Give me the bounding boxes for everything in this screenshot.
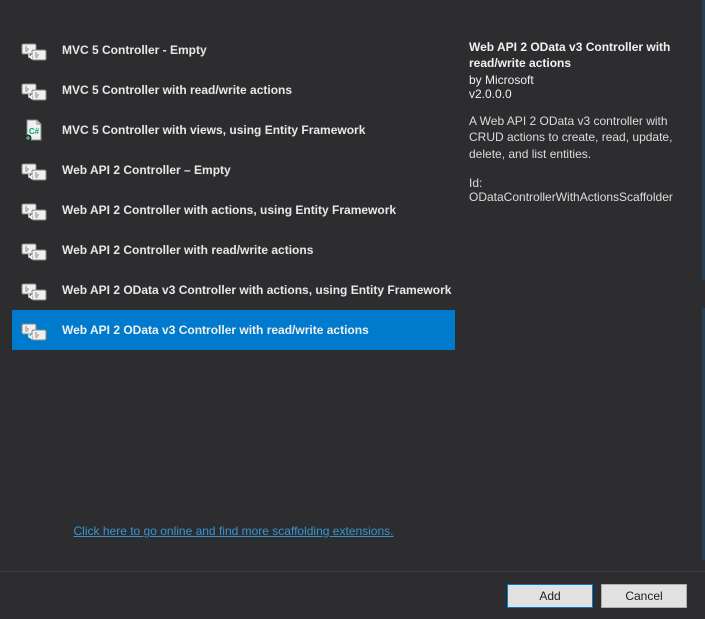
list-item-label: Web API 2 OData v3 Controller with read/… <box>62 323 369 337</box>
detail-description: A Web API 2 OData v3 controller with CRU… <box>469 113 689 162</box>
main-content: MVC 5 Controller - Empty MVC 5 Controlle… <box>0 0 705 550</box>
list-item[interactable]: MVC 5 Controller with read/write actions <box>12 70 455 110</box>
detail-panel: Web API 2 OData v3 Controller with read/… <box>455 10 705 550</box>
extensions-link-container: Click here to go online and find more sc… <box>12 516 455 550</box>
svg-text:C#: C# <box>29 127 40 136</box>
list-item[interactable]: MVC 5 Controller - Empty <box>12 30 455 70</box>
detail-author: by Microsoft <box>469 73 689 87</box>
cancel-button[interactable]: Cancel <box>601 584 687 608</box>
list-item-label: MVC 5 Controller with views, using Entit… <box>62 123 365 137</box>
scaffold-list: MVC 5 Controller - Empty MVC 5 Controlle… <box>12 30 455 516</box>
detail-version: v2.0.0.0 <box>469 87 689 101</box>
list-item-label: MVC 5 Controller - Empty <box>62 43 207 57</box>
add-button[interactable]: Add <box>507 584 593 608</box>
list-item[interactable]: Web API 2 Controller with read/write act… <box>12 230 455 270</box>
list-item[interactable]: Web API 2 Controller – Empty <box>12 150 455 190</box>
list-item-label: Web API 2 Controller – Empty <box>62 163 231 177</box>
controller-icon <box>20 76 48 104</box>
extensions-link[interactable]: Click here to go online and find more sc… <box>74 524 394 538</box>
controller-icon <box>20 316 48 344</box>
controller-icon <box>20 236 48 264</box>
scaffold-list-panel: MVC 5 Controller - Empty MVC 5 Controlle… <box>0 10 455 550</box>
controller-icon <box>20 36 48 64</box>
detail-id: Id: ODataControllerWithActionsScaffolder <box>469 176 689 204</box>
button-bar: Add Cancel <box>0 571 705 619</box>
list-item[interactable]: C# MVC 5 Controller with views, using En… <box>12 110 455 150</box>
list-item-label: Web API 2 Controller with read/write act… <box>62 243 313 257</box>
list-item-label: MVC 5 Controller with read/write actions <box>62 83 292 97</box>
controller-icon <box>20 276 48 304</box>
list-item[interactable]: Web API 2 OData v3 Controller with actio… <box>12 270 455 310</box>
list-item[interactable]: Web API 2 OData v3 Controller with read/… <box>12 310 455 350</box>
list-item-label: Web API 2 Controller with actions, using… <box>62 203 396 217</box>
list-item-label: Web API 2 OData v3 Controller with actio… <box>62 283 451 297</box>
detail-title: Web API 2 OData v3 Controller with read/… <box>469 40 689 71</box>
list-item[interactable]: Web API 2 Controller with actions, using… <box>12 190 455 230</box>
controller-icon <box>20 196 48 224</box>
cs-file-icon: C# <box>20 116 48 144</box>
controller-icon <box>20 156 48 184</box>
